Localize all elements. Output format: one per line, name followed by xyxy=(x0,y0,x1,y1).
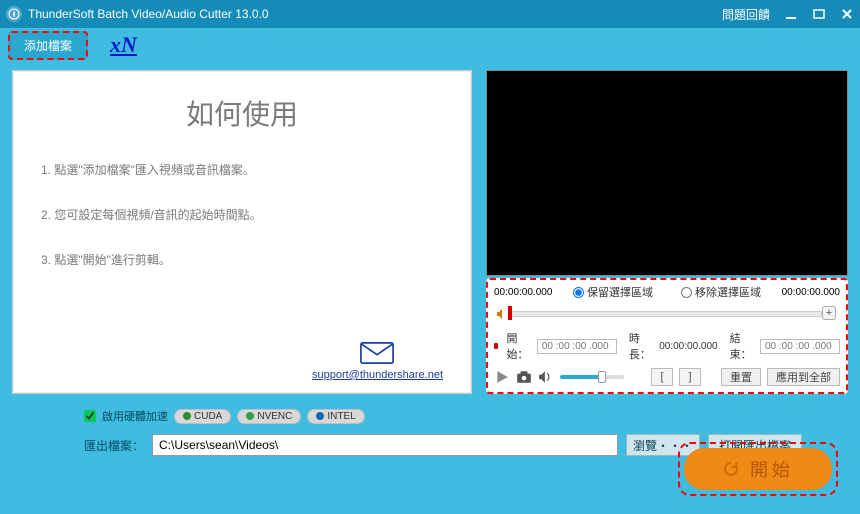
radio-remove-input[interactable] xyxy=(681,287,692,298)
play-icon[interactable] xyxy=(494,370,510,384)
trim-start-handle[interactable] xyxy=(508,306,512,320)
badge-intel: INTEL xyxy=(307,409,364,424)
start-button-highlight: 開始 xyxy=(678,442,838,496)
trim-controls: 00:00:00.000 保留選擇區域 移除選擇區域 00:00:00.000 xyxy=(486,278,848,394)
timecode-left: 00:00:00.000 xyxy=(494,287,552,298)
badge-cuda: CUDA xyxy=(174,409,231,424)
start-time-label: 開始： xyxy=(506,330,530,362)
timecode-right: 00:00:00.000 xyxy=(782,287,840,298)
volume-slider[interactable] xyxy=(560,375,624,379)
badge-nvenc: NVENC xyxy=(237,409,301,424)
output-path-label: 匯出檔案： xyxy=(84,437,144,454)
mark-out-button[interactable]: ] xyxy=(679,368,701,386)
howto-panel: 如何使用 1. 點選"添加檔案"匯入視頻或音訊檔案。 2. 您可設定每個視頻/音… xyxy=(12,70,472,394)
radio-remove-selection[interactable]: 移除選擇區域 xyxy=(681,284,761,300)
duration-label: 時長： xyxy=(629,330,653,362)
feedback-link[interactable]: 問題回饋 xyxy=(722,6,770,23)
start-marker-icon xyxy=(494,343,498,349)
start-time-input[interactable] xyxy=(537,339,617,354)
support-email-block[interactable]: support@thundershare.net xyxy=(312,342,443,381)
hw-accel-label: 啟用硬體加速 xyxy=(102,408,168,424)
howto-step: 3. 點選"開始"進行剪輯。 xyxy=(41,251,443,268)
hw-accel-checkbox[interactable] xyxy=(84,410,96,422)
apply-all-button[interactable]: 應用到全部 xyxy=(767,368,840,386)
envelope-icon xyxy=(360,351,394,368)
toolbar: 添加檔案 xN xyxy=(0,28,860,62)
howto-title: 如何使用 xyxy=(41,93,443,133)
trim-slider[interactable]: + xyxy=(494,304,840,324)
start-button-label: 開始 xyxy=(750,456,794,482)
trim-track[interactable] xyxy=(510,311,822,317)
mark-in-button[interactable]: [ xyxy=(651,368,673,386)
end-time-label: 結束： xyxy=(730,330,754,362)
radio-keep-selection[interactable]: 保留選擇區域 xyxy=(573,284,653,300)
maximize-button[interactable] xyxy=(812,7,826,21)
reset-button[interactable]: 重置 xyxy=(721,368,761,386)
end-time-input[interactable] xyxy=(760,339,840,354)
app-title: ThunderSoft Batch Video/Audio Cutter 13.… xyxy=(28,7,722,21)
logo-text: xN xyxy=(110,32,137,58)
close-button[interactable] xyxy=(840,7,854,21)
output-path-input[interactable] xyxy=(152,434,618,456)
speaker-small-icon xyxy=(496,307,508,319)
app-icon xyxy=(6,6,22,22)
duration-value: 00:00:00.000 xyxy=(659,341,717,352)
howto-step: 2. 您可設定每個視頻/音訊的起始時間點。 xyxy=(41,206,443,223)
add-segment-button[interactable]: + xyxy=(822,306,836,320)
video-preview[interactable] xyxy=(486,70,848,276)
radio-keep-label: 保留選擇區域 xyxy=(587,284,653,300)
add-file-button[interactable]: 添加檔案 xyxy=(8,31,88,60)
minimize-button[interactable] xyxy=(784,7,798,21)
volume-icon[interactable] xyxy=(538,370,554,384)
volume-thumb[interactable] xyxy=(598,371,606,383)
radio-remove-label: 移除選擇區域 xyxy=(695,284,761,300)
start-button[interactable]: 開始 xyxy=(684,448,832,490)
snapshot-icon[interactable] xyxy=(516,370,532,384)
support-email-link[interactable]: support@thundershare.net xyxy=(312,369,443,381)
titlebar: ThunderSoft Batch Video/Audio Cutter 13.… xyxy=(0,0,860,28)
howto-step: 1. 點選"添加檔案"匯入視頻或音訊檔案。 xyxy=(41,161,443,178)
refresh-icon xyxy=(722,460,740,478)
radio-keep-input[interactable] xyxy=(573,287,584,298)
